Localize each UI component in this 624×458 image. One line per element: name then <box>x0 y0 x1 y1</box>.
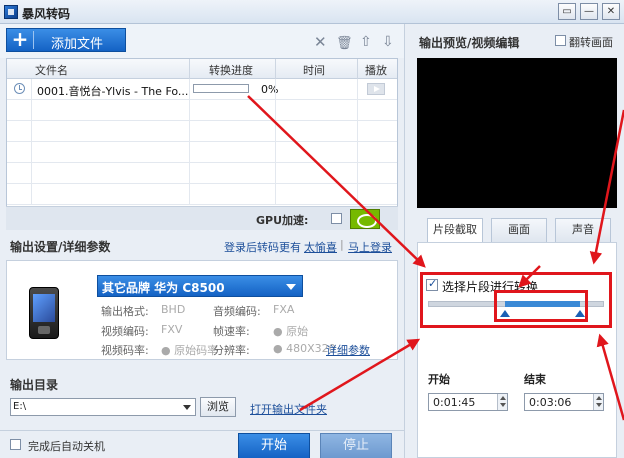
spinner-icon[interactable] <box>593 394 603 410</box>
auto-shutdown-label: 完成后自动关机 <box>28 440 105 453</box>
start-label: 开始 <box>428 373 450 386</box>
table-row-empty <box>7 121 397 142</box>
login-link-1[interactable]: 太愉喜 <box>304 239 337 255</box>
auto-shutdown-checkbox[interactable] <box>10 439 21 450</box>
gpu-bar: GPU加速: <box>6 206 398 230</box>
param-value: ● 原始码率 <box>161 344 219 357</box>
chevron-down-icon <box>183 405 191 410</box>
table-row[interactable]: 0001.音悦台-Ylvis - The Fo... 0% <box>7 79 397 100</box>
gpu-checkbox[interactable] <box>331 213 342 224</box>
window-title: 暴风转码 <box>22 7 71 21</box>
minimize-button[interactable]: — <box>580 3 598 20</box>
table-row-empty <box>7 100 397 121</box>
end-time-value: 0:03:06 <box>529 396 572 409</box>
param-value: FXV <box>161 323 183 336</box>
param-label: 视频编码: <box>101 325 149 338</box>
phone-image <box>29 287 59 339</box>
param-value: FXA <box>273 303 295 316</box>
start-time-value: 0:01:45 <box>433 396 476 409</box>
browse-button[interactable]: 浏览 <box>200 397 236 417</box>
video-preview <box>417 58 617 208</box>
menu-button[interactable]: ▭ <box>558 3 576 20</box>
param-label: 输出格式: <box>101 305 149 318</box>
bottom-bar: 完成后自动关机 开始 停止 <box>0 430 404 458</box>
device-select[interactable]: 其它品牌 华为 C8500 <box>97 275 303 297</box>
col-time: 时间 <box>303 64 325 77</box>
right-panel: 输出预览/视频编辑 翻转画面 片段截取 画面 声音 选择片段进行转换 开始 结束… <box>404 24 624 458</box>
spinner-icon[interactable] <box>497 394 507 410</box>
title-bar: 暴风转码 ▭ — ✕ <box>0 0 624 24</box>
flip-checkbox[interactable] <box>555 35 566 46</box>
progress-bar <box>193 84 249 93</box>
chevron-down-icon <box>286 284 296 290</box>
table-row-empty <box>7 184 397 205</box>
col-play: 播放 <box>365 64 387 77</box>
end-time-field[interactable]: 0:03:06 <box>524 393 604 411</box>
edit-tabs: 片段截取 画面 声音 <box>427 218 617 242</box>
param-label: 分辨率: <box>213 344 250 357</box>
col-filename: 文件名 <box>35 64 68 77</box>
file-list: 文件名 转换进度 时间 播放 0001.音悦台-Ylvis - The Fo..… <box>6 58 398 230</box>
settings-heading: 输出设置/详细参数 <box>10 240 111 254</box>
login-link-2[interactable]: 马上登录 <box>348 239 392 255</box>
flip-label: 翻转画面 <box>569 36 613 49</box>
nvidia-icon <box>350 209 380 229</box>
tab-picture[interactable]: 画面 <box>491 218 547 242</box>
plus-icon: + <box>11 27 29 51</box>
login-text: 登录后转码更有 <box>224 241 301 254</box>
param-value: ● 原始 <box>273 325 309 338</box>
close-button[interactable]: ✕ <box>602 3 620 20</box>
output-dir-heading: 输出目录 <box>10 378 59 392</box>
arrow-down-icon[interactable]: ⇩ <box>382 34 394 50</box>
close-icon[interactable]: ✕ <box>314 33 327 51</box>
play-icon[interactable] <box>367 83 385 95</box>
gpu-label: GPU加速: <box>256 214 309 227</box>
detail-params-link[interactable]: 详细参数 <box>326 342 370 358</box>
table-header: 文件名 转换进度 时间 播放 <box>7 59 397 79</box>
open-folder-link[interactable]: 打开输出文件夹 <box>250 401 327 417</box>
device-select-label: 其它品牌 华为 C8500 <box>102 281 225 295</box>
preview-title: 输出预览/视频编辑 <box>419 36 520 50</box>
app-logo-icon <box>4 5 18 19</box>
add-file-button[interactable]: + 添加文件 <box>6 28 126 52</box>
arrow-up-icon[interactable]: ⇧ <box>360 34 372 50</box>
col-progress: 转换进度 <box>209 64 253 77</box>
highlight-box-range <box>494 290 588 322</box>
left-panel: + 添加文件 ✕ 🗑 ⇧ ⇩ 文件名 转换进度 时间 播放 0001.音悦台-Y… <box>0 24 404 458</box>
clock-icon <box>14 83 25 94</box>
start-time-field[interactable]: 0:01:45 <box>428 393 508 411</box>
login-separator: | <box>340 238 344 251</box>
start-button[interactable]: 开始 <box>238 433 310 458</box>
tab-audio[interactable]: 声音 <box>555 218 611 242</box>
param-value: BHD <box>161 303 186 316</box>
file-name: 0001.音悦台-Ylvis - The Fo... <box>37 85 189 98</box>
param-label: 视频码率: <box>101 344 149 357</box>
table-row-empty <box>7 163 397 184</box>
output-path-value: E:\ <box>13 401 27 412</box>
output-path-select[interactable]: E:\ <box>10 398 196 416</box>
file-toolbar: + 添加文件 ✕ 🗑 ⇧ ⇩ <box>0 24 404 58</box>
stop-button[interactable]: 停止 <box>320 433 392 458</box>
tab-clip[interactable]: 片段截取 <box>427 218 483 242</box>
param-label: 音频编码: <box>213 305 261 318</box>
param-label: 帧速率: <box>213 325 250 338</box>
end-label: 结束 <box>524 373 546 386</box>
trash-icon[interactable]: 🗑 <box>336 36 353 51</box>
add-file-label: 添加文件 <box>51 37 104 52</box>
table-row-empty <box>7 142 397 163</box>
